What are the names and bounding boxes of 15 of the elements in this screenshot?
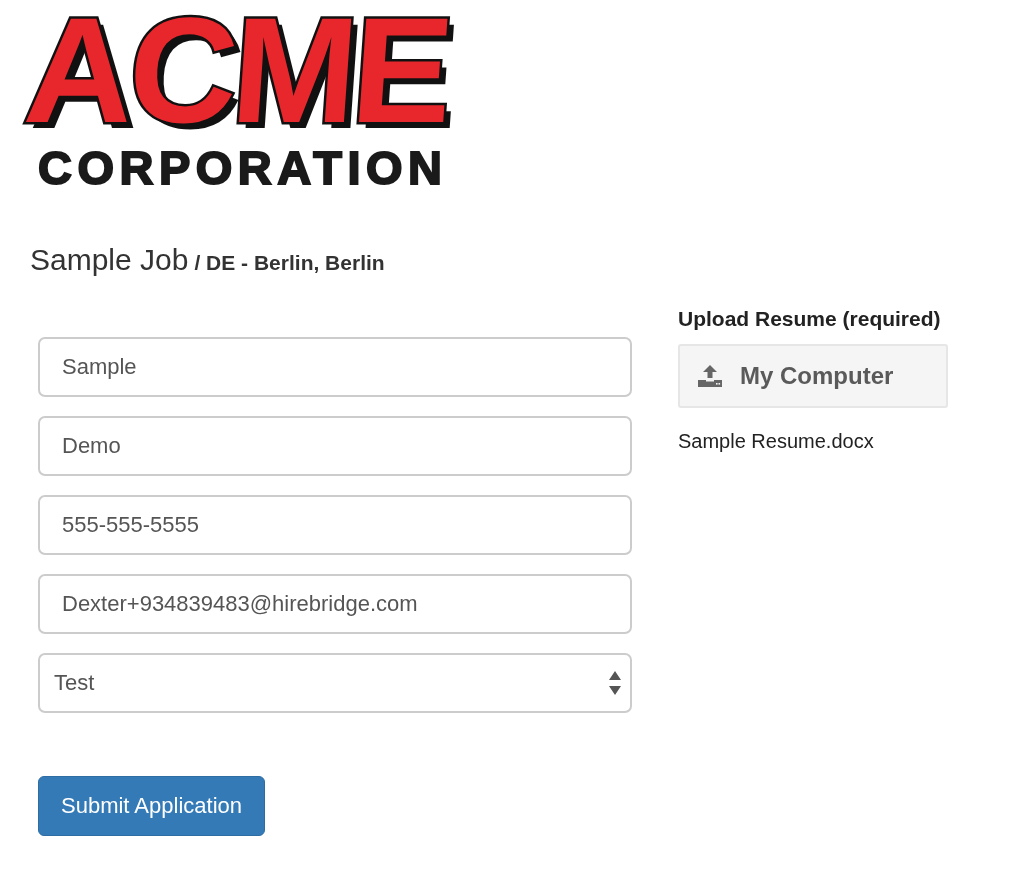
- submit-button[interactable]: Submit Application: [38, 776, 265, 836]
- upload-button[interactable]: My Computer: [678, 344, 948, 408]
- text-input-field[interactable]: Demo: [38, 416, 632, 476]
- sort-arrows-icon: [609, 671, 621, 695]
- file-name: Sample Resume.docx: [678, 430, 874, 453]
- text-input-field[interactable]: Dexter+934839483@hirebridge.com: [38, 574, 632, 634]
- job-location: / DE - Berlin, Berlin: [194, 250, 385, 276]
- text-input-field[interactable]: 555-555-5555: [38, 495, 632, 555]
- logo-subtitle: CORPORATION: [38, 144, 448, 192]
- logo-title: ACME: [21, 0, 453, 140]
- text-input-field[interactable]: Sample: [38, 337, 632, 397]
- upload-label: Upload Resume (required): [678, 306, 941, 332]
- upload-icon: [698, 365, 722, 387]
- job-title: Sample Job: [30, 242, 189, 278]
- select-field[interactable]: Test: [38, 653, 632, 713]
